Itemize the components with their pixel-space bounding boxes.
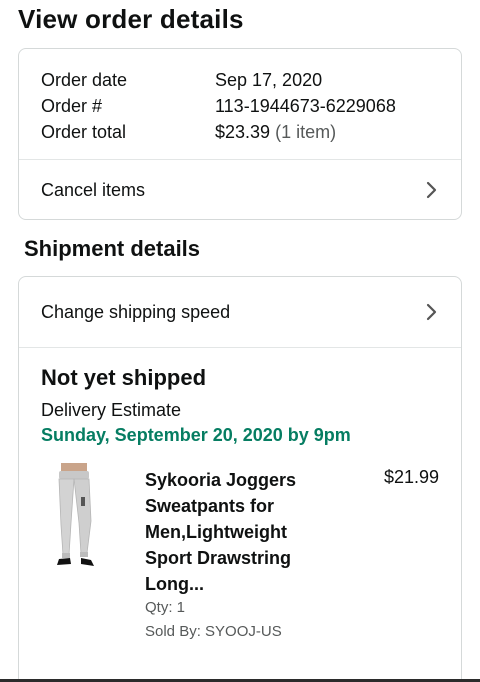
product-sold-by: Sold By: SYOOJ-US <box>145 623 282 640</box>
cancel-items-label: Cancel items <box>41 179 146 200</box>
order-info: Order date Sep 17, 2020 Order # 113-1944… <box>41 67 396 145</box>
order-total-label: Order total <box>41 121 127 142</box>
order-item-count: (1 item) <box>275 121 337 142</box>
change-shipping-speed-button[interactable]: Change shipping speed <box>19 277 461 347</box>
chevron-right-icon <box>425 303 439 321</box>
order-total-value-wrap: $23.39 (1 item) <box>215 122 336 143</box>
order-date-value: Sep 17, 2020 <box>215 69 323 90</box>
product-quantity: Qty: 1 <box>145 599 186 616</box>
divider <box>19 347 461 348</box>
order-number-label: Order # <box>41 95 103 116</box>
order-number-value: 113-1944673-6229068 <box>215 95 396 116</box>
order-date-label: Order date <box>41 69 128 90</box>
cancel-items-button[interactable]: Cancel items <box>19 160 461 219</box>
order-total-row: Order total $23.39 (1 item) <box>41 119 396 145</box>
shipment-card: Change shipping speed Not yet shipped De… <box>18 276 462 682</box>
jogger-pants-image[interactable] <box>41 463 113 575</box>
chevron-right-icon <box>425 181 439 199</box>
page-title: View order details <box>18 4 244 34</box>
change-shipping-speed-label: Change shipping speed <box>41 301 231 322</box>
delivery-estimate-label: Delivery Estimate <box>41 400 182 420</box>
order-number-row: Order # 113-1944673-6229068 <box>41 93 396 119</box>
product-title-link[interactable]: Sykooria Joggers Sweatpants for Men,Ligh… <box>145 467 317 597</box>
order-total-value: $23.39 <box>215 121 271 142</box>
shipment-section-title: Shipment details <box>24 236 201 261</box>
order-summary-card: Order date Sep 17, 2020 Order # 113-1944… <box>18 48 462 220</box>
order-date-row: Order date Sep 17, 2020 <box>41 67 396 93</box>
shipment-status: Not yet shipped <box>41 365 207 390</box>
product-price: $21.99 <box>383 467 439 487</box>
delivery-estimate-date: Sunday, September 20, 2020 by 9pm <box>41 425 351 445</box>
